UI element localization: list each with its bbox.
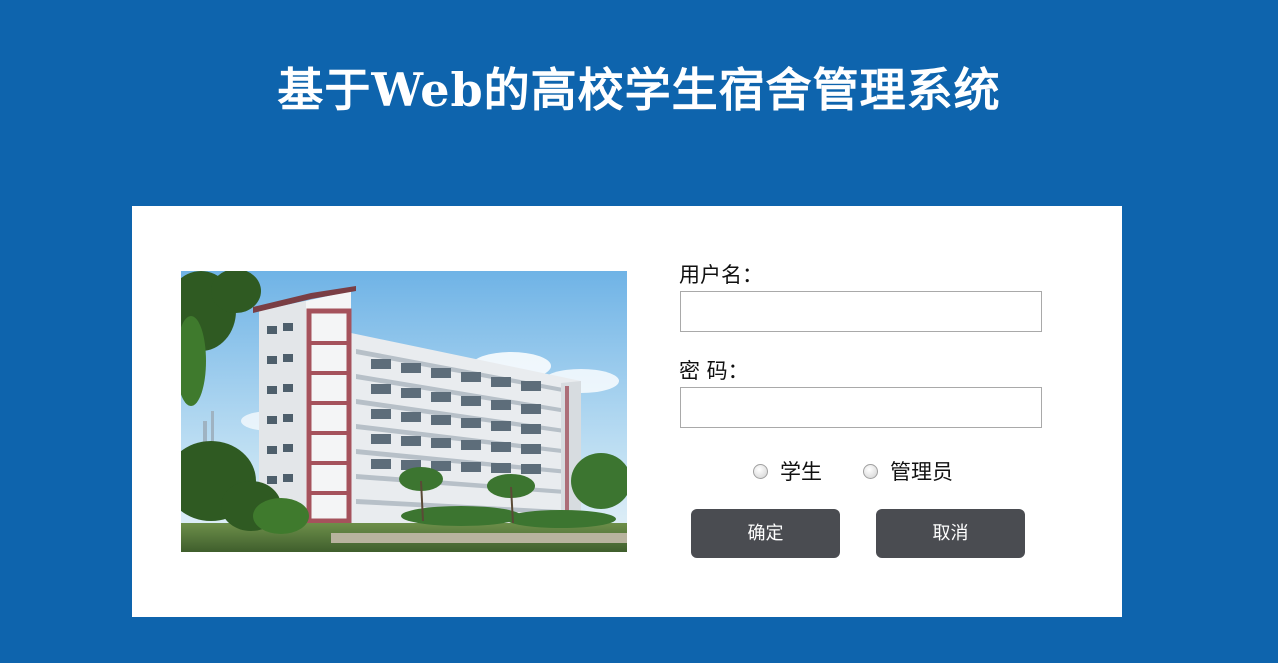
password-input[interactable] <box>680 387 1042 428</box>
role-student-label: 学生 <box>780 460 822 484</box>
dormitory-building-image <box>181 271 627 552</box>
page-title: 基于Web的高校学生宿舍管理系统 <box>277 63 1001 117</box>
role-admin-label: 管理员 <box>890 460 953 484</box>
radio-circle-icon[interactable] <box>863 463 878 479</box>
cancel-button[interactable]: 取消 <box>876 509 1025 558</box>
password-label: 密 码： <box>679 359 749 383</box>
role-admin-radio[interactable]: 管理员 <box>863 457 953 485</box>
confirm-button[interactable]: 确定 <box>691 509 840 558</box>
role-student-radio[interactable]: 学生 <box>753 457 822 485</box>
username-input[interactable] <box>680 291 1042 332</box>
radio-circle-icon[interactable] <box>753 463 768 479</box>
username-label: 用户名： <box>679 263 763 287</box>
login-panel: 用户名： 密 码： 学生 管理员 确定 取消 <box>132 206 1122 617</box>
